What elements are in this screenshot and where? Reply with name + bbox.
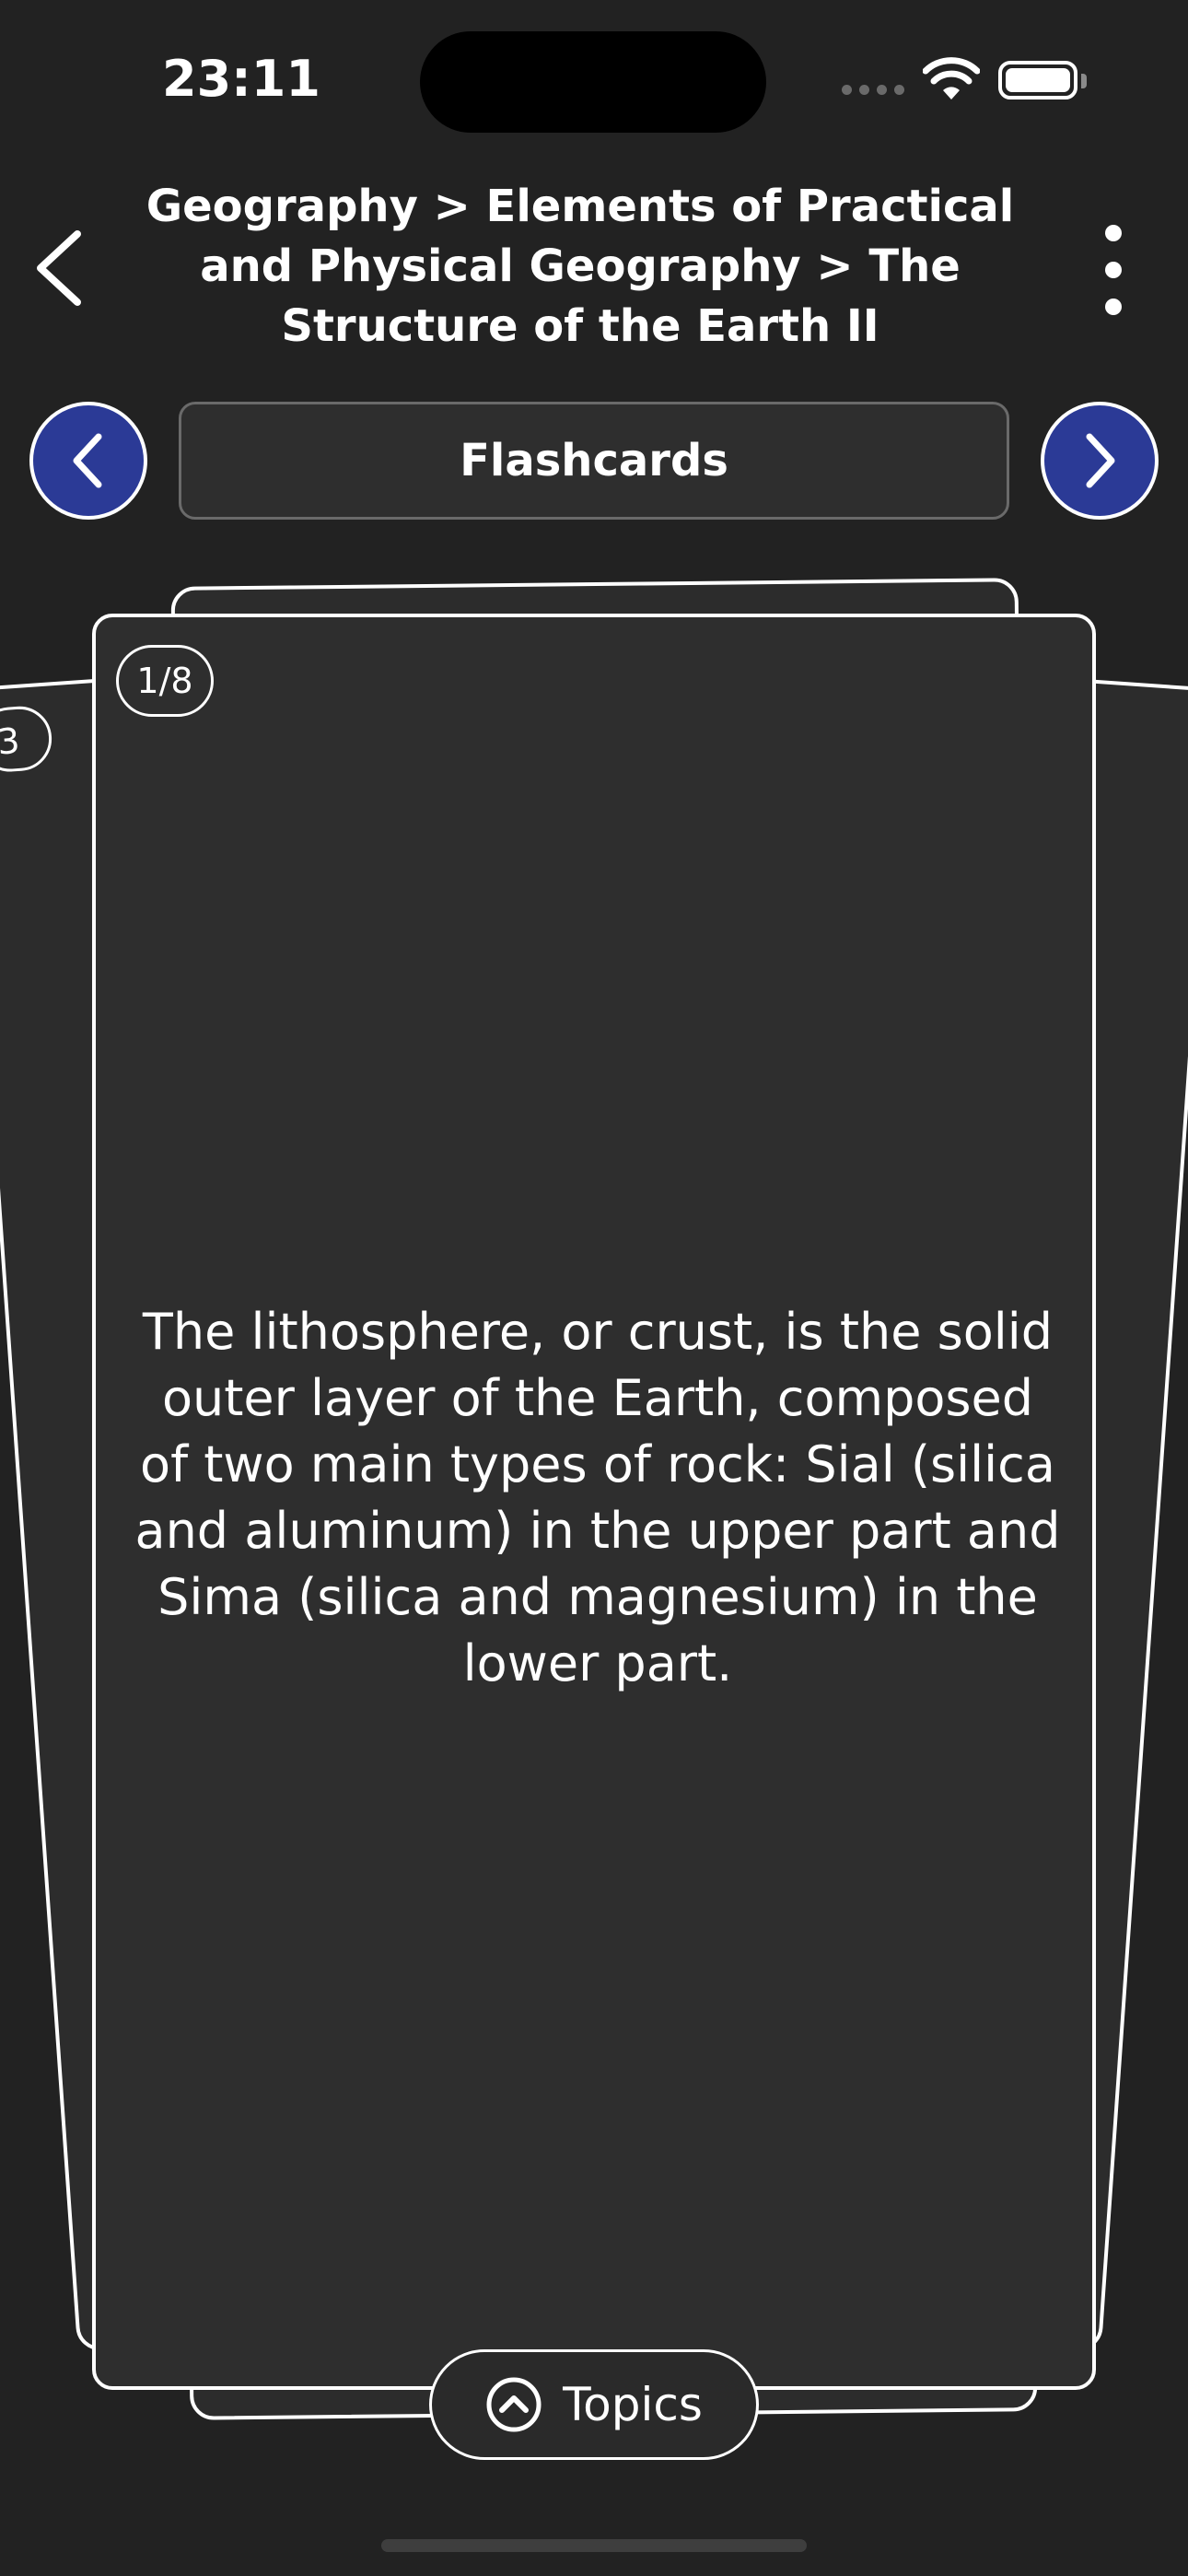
chevron-right-icon — [1086, 433, 1115, 488]
flashcard-text: The lithosphere, or crust, is the solid … — [134, 1303, 1061, 1692]
previous-section-button[interactable] — [29, 402, 147, 520]
stacked-card-counter: 3 — [0, 704, 54, 774]
chevron-left-icon — [73, 433, 102, 488]
topics-label: Topics — [563, 2378, 703, 2431]
mode-selector[interactable]: Flashcards — [179, 402, 1009, 520]
wifi-icon — [923, 57, 980, 100]
home-indicator[interactable] — [381, 2539, 807, 2552]
cellular-signal-icon — [842, 85, 904, 95]
flashcard[interactable]: 1/8 The lithosphere, or crust, is the so… — [92, 614, 1096, 2390]
battery-icon — [998, 61, 1077, 100]
breadcrumb: Geography > Elements of Practical and Ph… — [146, 181, 1015, 352]
more-options-button[interactable] — [1096, 225, 1133, 317]
flashcards-screen: 23:11 Geography > Elements of Practical … — [0, 0, 1188, 2576]
battery-tip — [1081, 74, 1087, 88]
mode-label: Flashcards — [460, 435, 728, 486]
topics-button[interactable]: Topics — [429, 2349, 759, 2460]
status-time: 23:11 — [162, 50, 320, 108]
back-button[interactable] — [29, 227, 94, 310]
chevron-up-circle-icon — [486, 2377, 542, 2432]
next-section-button[interactable] — [1041, 402, 1159, 520]
dynamic-island — [420, 31, 766, 133]
card-counter-badge: 1/8 — [116, 645, 214, 717]
